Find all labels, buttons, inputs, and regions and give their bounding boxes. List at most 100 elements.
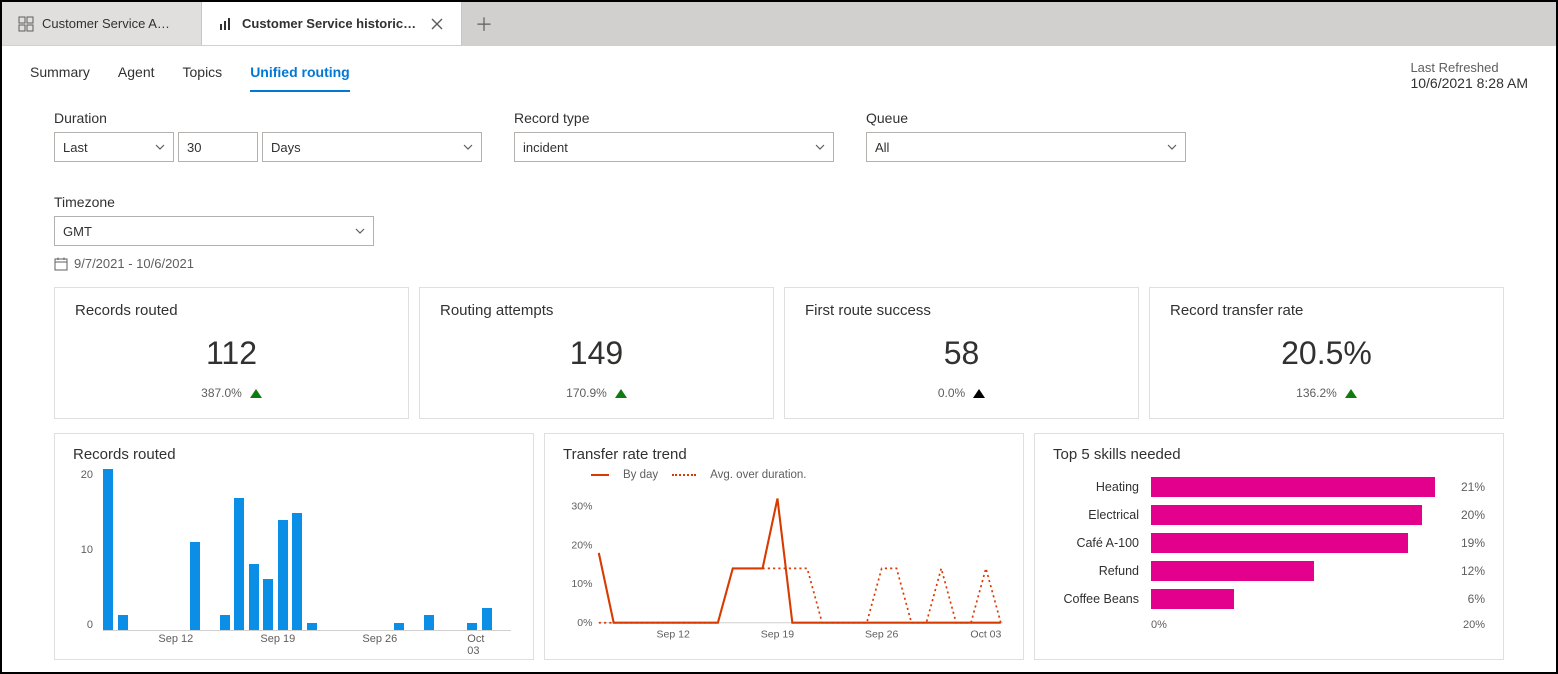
chart-bar [292,513,302,630]
record-type-select[interactable]: incident [514,132,834,162]
skill-value: 19% [1461,536,1485,550]
tab-customer-service-a[interactable]: Customer Service A… [2,2,202,45]
chart-title: Top 5 skills needed [1053,446,1485,463]
timezone-label: Timezone [54,194,374,210]
filter-bar: Duration Last 30 Days Record type incide… [2,92,1556,252]
tab-icon [18,16,34,32]
chart-bar [234,498,244,630]
tab-label: Customer Service A… [42,16,170,31]
last-refreshed: Last Refreshed 10/6/2021 8:28 AM [1410,60,1528,91]
kpi-title: Records routed [75,302,388,319]
chart-bar [482,608,492,630]
skill-bar [1151,533,1408,553]
tab-agent[interactable]: Agent [118,60,155,92]
chart-plot [103,469,511,631]
chart-title: Transfer rate trend [563,446,1005,463]
kpi-title: Record transfer rate [1170,302,1483,319]
last-refreshed-time: 10/6/2021 8:28 AM [1410,75,1528,91]
skill-label: Coffee Beans [1053,592,1139,606]
kpi-title: Routing attempts [440,302,753,319]
kpi-value: 149 [440,335,753,372]
skill-bar [1151,561,1314,581]
kpi-delta: 387.0% [75,386,388,400]
calendar-icon [54,257,68,271]
chart-bar [467,623,477,630]
duration-mode-select[interactable]: Last [54,132,174,162]
skill-row: Refund 12% [1053,557,1485,585]
chart-bar [249,564,259,630]
chart-bar [263,579,273,630]
chart-bar [307,623,317,630]
tab-unified-routing[interactable]: Unified routing [250,60,350,92]
report-nav-tabs: Summary Agent Topics Unified routing [30,60,350,92]
skill-label: Café A-100 [1053,536,1139,550]
kpi-delta: 136.2% [1170,386,1483,400]
kpi-title: First route success [805,302,1118,319]
chevron-down-icon [1167,142,1177,152]
chart-x-axis: Sep 12Sep 19Sep 26Oct 03 [103,633,511,649]
trend-up-icon [250,389,262,398]
date-range: 9/7/2021 - 10/6/2021 [2,252,1556,275]
skill-value: 21% [1461,480,1485,494]
trend-up-icon [615,389,627,398]
chart-icon [218,16,234,32]
duration-count-input[interactable]: 30 [178,132,258,162]
chart-bar [278,520,288,630]
record-type-label: Record type [514,110,834,126]
add-tab-button[interactable]: ＋ [462,2,506,45]
skill-row: Electrical 20% [1053,501,1485,529]
queue-label: Queue [866,110,1186,126]
timezone-select[interactable]: GMT [54,216,374,246]
queue-select[interactable]: All [866,132,1186,162]
svg-text:30%: 30% [571,500,592,512]
chart-bar [103,469,113,630]
svg-text:20%: 20% [571,539,592,551]
skill-label: Heating [1053,480,1139,494]
trend-up-icon [1345,389,1357,398]
chart-records-routed: Records routed 20100Sep 12Sep 19Sep 26Oc… [54,433,534,660]
kpi-delta: 0.0% [805,386,1118,400]
skill-bar [1151,505,1422,525]
kpi-cards: Records routed 112 387.0% Routing attemp… [2,275,1556,419]
tab-label: Customer Service historic… [242,16,416,31]
kpi-value: 112 [75,335,388,372]
skill-value: 12% [1461,564,1485,578]
chart-bar [118,615,128,630]
chart-svg: 0%10%20%30%Sep 12Sep 19Sep 26Oct 03 [563,487,1005,649]
chart-bar [394,623,404,630]
chart-title: Records routed [73,446,515,463]
chart-bar [424,615,434,630]
tab-topics[interactable]: Topics [183,60,223,92]
chart-bar [190,542,200,630]
kpi-value: 58 [805,335,1118,372]
chevron-down-icon [815,142,825,152]
kpi-card: Routing attempts 149 170.9% [419,287,774,419]
skill-value: 6% [1468,592,1485,606]
skill-label: Refund [1053,564,1139,578]
trend-up-icon [973,389,985,398]
chart-top-skills: Top 5 skills needed Heating 21% Electric… [1034,433,1504,660]
chevron-down-icon [463,142,473,152]
last-refreshed-label: Last Refreshed [1410,60,1528,75]
kpi-card: Record transfer rate 20.5% 136.2% [1149,287,1504,419]
tab-summary[interactable]: Summary [30,60,90,92]
tab-customer-service-historic[interactable]: Customer Service historic… [202,2,462,45]
svg-text:0%: 0% [577,617,592,629]
chart-transfer-rate-trend: Transfer rate trend By day Avg. over dur… [544,433,1024,660]
chart-legend: By day Avg. over duration. [591,469,1005,481]
skill-row: Heating 21% [1053,473,1485,501]
svg-text:10%: 10% [571,578,592,590]
skill-value: 20% [1461,508,1485,522]
skill-row: Café A-100 19% [1053,529,1485,557]
duration-label: Duration [54,110,482,126]
skill-row: Coffee Beans 6% [1053,585,1485,613]
skill-bar [1151,589,1234,609]
close-icon[interactable] [429,16,445,32]
chart-bar [220,615,230,630]
kpi-card: First route success 58 0.0% [784,287,1139,419]
svg-text:Sep 26: Sep 26 [865,628,898,640]
kpi-card: Records routed 112 387.0% [54,287,409,419]
chevron-down-icon [155,142,165,152]
kpi-delta: 170.9% [440,386,753,400]
duration-unit-select[interactable]: Days [262,132,482,162]
